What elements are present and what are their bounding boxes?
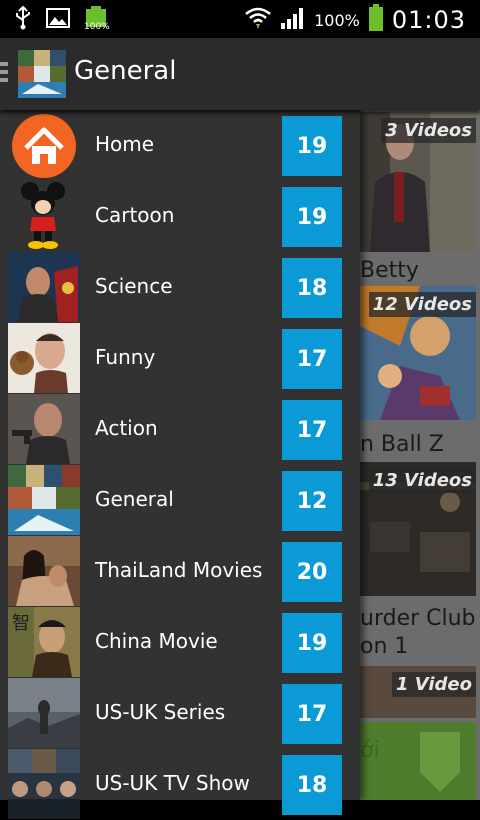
science-thumbnail (8, 252, 80, 322)
drawer-item-count: 19 (282, 613, 342, 673)
gallery-icon (46, 8, 70, 32)
svg-text:智: 智 (12, 613, 30, 634)
video-card-title[interactable]: Betty (360, 258, 419, 283)
video-card-subtitle: on 1 (360, 634, 409, 659)
drawer-item-label: China Movie (95, 629, 218, 653)
video-card-thumbnail[interactable]: 3 Videos (360, 112, 476, 252)
drawer-item-count: 17 (282, 329, 342, 389)
drawer-item-us-uk-tv-show[interactable]: US-UK TV Show 18 (0, 749, 360, 820)
drawer-item-label: US-UK TV Show (95, 771, 250, 795)
drawer-item-count: 20 (282, 542, 342, 602)
video-card-thumbnail[interactable]: 1 Video (360, 666, 476, 718)
video-count-badge: 12 Videos (368, 292, 476, 317)
app-thumbnail[interactable] (18, 50, 66, 98)
drawer-item-us-uk-series[interactable]: US-UK Series 17 (0, 678, 360, 749)
drawer-item-count: 19 (282, 116, 342, 176)
drawer-item-china-movie[interactable]: 智 China Movie 19 (0, 607, 360, 678)
drawer-item-cartoon[interactable]: Cartoon 19 (0, 181, 360, 252)
battery-full-icon: 100% (84, 6, 110, 34)
battery-percent: 100% (314, 10, 360, 30)
drawer-item-count: 17 (282, 684, 342, 744)
drawer-item-science[interactable]: Science 18 (0, 252, 360, 323)
drawer-item-label: Cartoon (95, 203, 175, 227)
video-card-title[interactable]: ới (360, 738, 380, 763)
video-count-badge: 3 Videos (381, 118, 476, 143)
video-card-thumbnail[interactable]: ới (360, 722, 476, 800)
video-card-title[interactable]: n Ball Z (360, 432, 444, 457)
drawer-item-label: Home (95, 132, 155, 156)
drawer-item-thailand-movies[interactable]: ThaiLand Movies 20 (0, 536, 360, 607)
clock: 01:03 (391, 6, 466, 34)
drawer-item-label: US-UK Series (95, 700, 226, 724)
action-thumbnail (8, 394, 80, 464)
drawer-item-label: ThaiLand Movies (95, 558, 263, 582)
drawer-item-count: 18 (282, 258, 342, 318)
funny-thumbnail (8, 323, 80, 393)
wifi-icon (244, 6, 272, 34)
drawer-item-count: 18 (282, 755, 342, 815)
usb-icon (14, 5, 32, 34)
video-card-title[interactable]: urder Club (360, 606, 476, 631)
drawer-item-label: General (95, 487, 174, 511)
video-count-badge: 1 Video (391, 672, 476, 697)
thailand-thumbnail (8, 536, 80, 606)
status-bar: 100% 100% 01:03 (0, 0, 480, 38)
drawer-item-home[interactable]: Home 19 (0, 110, 360, 181)
drawer-item-funny[interactable]: Funny 17 (0, 323, 360, 394)
general-thumbnail (8, 465, 80, 535)
home-icon (8, 110, 80, 180)
usuk-series-thumbnail (8, 678, 80, 748)
video-card-thumbnail[interactable]: 12 Videos (360, 286, 476, 420)
drawer-item-count: 12 (282, 471, 342, 531)
video-count-badge: 13 Videos (368, 468, 476, 493)
video-card-thumbnail[interactable]: 13 Videos (360, 462, 476, 596)
drawer-item-label: Action (95, 416, 158, 440)
drawer-item-count: 17 (282, 400, 342, 460)
usuk-tvshow-thumbnail (8, 749, 80, 819)
battery-icon (368, 4, 384, 36)
drawer-item-label: Funny (95, 345, 156, 369)
drawer-item-action[interactable]: Action 17 (0, 394, 360, 465)
drawer-toggle-icon[interactable] (0, 62, 8, 86)
drawer-item-count: 19 (282, 187, 342, 247)
china-thumbnail: 智 (8, 607, 80, 677)
mickey-icon (8, 181, 80, 251)
drawer-item-general[interactable]: General 12 (0, 465, 360, 536)
action-bar: General (0, 38, 480, 110)
navigation-drawer: Home 19 Cartoon 19 Science 18 Funny 17 A… (0, 110, 360, 819)
drawer-item-label: Science (95, 274, 173, 298)
signal-icon (280, 6, 306, 34)
page-title: General (74, 56, 177, 86)
